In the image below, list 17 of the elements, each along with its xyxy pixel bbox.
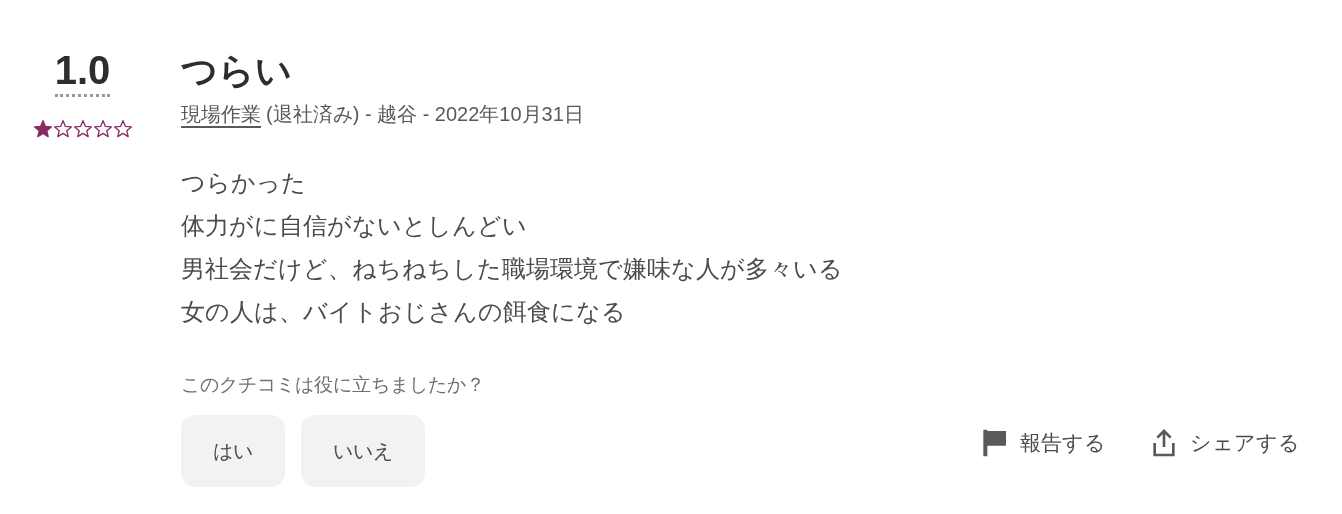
empty-star-icon xyxy=(92,119,113,139)
vote-button[interactable]: はい xyxy=(181,415,285,487)
share-button[interactable]: シェアする xyxy=(1148,427,1300,459)
helpful-question: このクチコミは役に立ちましたか？ xyxy=(181,373,486,397)
filled-star-icon xyxy=(32,119,53,139)
review-title: つらい xyxy=(181,49,293,93)
review-text-line: 体力がに自信がないとしんどい xyxy=(181,211,528,241)
review-meta: 現場作業 (退社済み) - 越谷 - 2022年10月31日 xyxy=(181,102,585,127)
job-title-link[interactable]: 現場作業 xyxy=(181,103,261,125)
empty-star-icon xyxy=(72,119,93,139)
rating-value: 1.0 xyxy=(54,48,111,97)
report-button[interactable]: 報告する xyxy=(978,427,1106,459)
review-text-line: 女の人は、バイトおじさんの餌食になる xyxy=(181,297,627,327)
review-text-line: 男社会だけど、ねちねちした職場環境で嫌味な人が多々いる xyxy=(181,254,844,284)
review-text-line: つらかった xyxy=(181,168,307,198)
vote-button[interactable]: いいえ xyxy=(301,415,425,487)
empty-star-icon xyxy=(112,119,133,139)
